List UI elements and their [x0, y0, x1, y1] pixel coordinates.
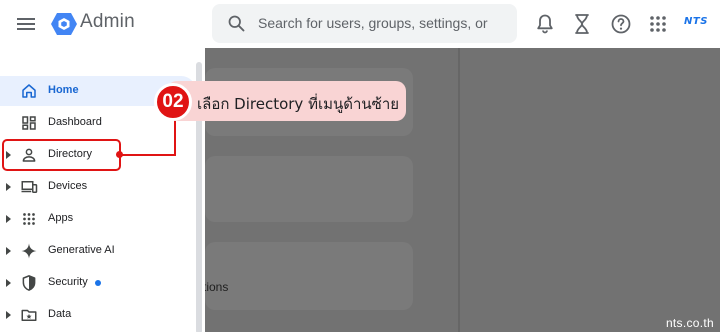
directory-highlight-box: [2, 139, 121, 171]
search-icon: [228, 15, 245, 32]
callout-anchor-dot: [116, 151, 123, 158]
shield-icon: [22, 275, 36, 291]
devices-icon: [21, 181, 38, 193]
top-app-bar: Admin Search for users, groups, settings…: [0, 0, 720, 48]
app-title: Admin: [80, 11, 135, 32]
sparkle-icon: [21, 243, 37, 259]
help-icon[interactable]: [609, 12, 633, 36]
sidebar-item-label: Dashboard: [48, 116, 102, 128]
sidebar-item-label: Security: [48, 276, 88, 288]
sidebar-item-label: Apps: [48, 212, 74, 224]
expand-arrow-icon[interactable]: [4, 213, 14, 225]
sidebar-item-generative-ai[interactable]: Generative AI: [0, 236, 196, 266]
apps-grid-icon: [23, 213, 35, 225]
brand-logo[interactable]: NTS: [684, 16, 708, 27]
expand-arrow-icon[interactable]: [4, 277, 14, 289]
expand-arrow-icon[interactable]: [4, 181, 14, 193]
instruction-text: เลือก Directory ที่เมนูด้านซ้าย: [197, 95, 400, 113]
home-icon: [22, 84, 36, 98]
sidebar-item-label: Devices: [48, 180, 88, 192]
sidebar-item-data[interactable]: Data: [0, 300, 196, 330]
sidebar-item-security[interactable]: Security: [0, 268, 196, 298]
apps-grid-icon[interactable]: [646, 12, 670, 36]
search-placeholder: Search for users, groups, settings, or: [258, 15, 488, 31]
tasks-hourglass-icon[interactable]: [570, 12, 594, 36]
step-number-badge: 02: [154, 83, 192, 121]
new-indicator-dot: [95, 280, 101, 286]
expand-arrow-icon[interactable]: [4, 245, 14, 257]
menu-icon[interactable]: [14, 12, 38, 36]
dashboard-icon: [22, 116, 36, 130]
expand-arrow-icon[interactable]: [4, 309, 14, 321]
sidebar-item-apps[interactable]: Apps: [0, 204, 196, 234]
dashboard-card: ctions: [197, 242, 413, 310]
sidebar-item-label: Data: [48, 308, 72, 320]
watermark: nts.co.th: [665, 316, 714, 330]
sidebar-item-label: Generative AI: [48, 244, 115, 256]
google-admin-logo[interactable]: [50, 10, 78, 38]
folder-star-icon: [21, 309, 37, 321]
sidebar-item-devices[interactable]: Devices: [0, 172, 196, 202]
dashboard-card: [205, 156, 413, 222]
sidebar-item-label: Home: [48, 84, 79, 96]
notifications-bell-icon[interactable]: [533, 12, 557, 36]
callout-connector-line: [121, 154, 176, 156]
column-divider: [458, 48, 460, 332]
search-input[interactable]: Search for users, groups, settings, or: [212, 4, 517, 43]
